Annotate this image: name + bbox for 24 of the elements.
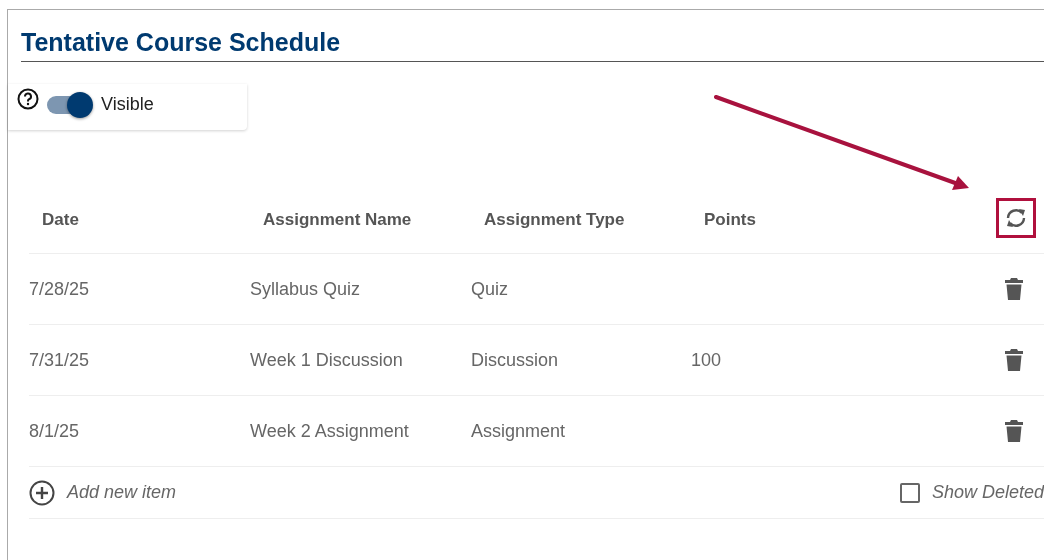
table-cell: 8/1/25 (29, 420, 80, 441)
table-cell: Assignment (471, 420, 566, 441)
table-cell: Week 2 Assignment (250, 420, 409, 441)
show-deleted-checkbox[interactable] (899, 482, 920, 503)
trash-icon[interactable] (1005, 278, 1023, 300)
table-cell: Week 1 Discussion (250, 349, 403, 370)
table-cell: 100 (691, 349, 722, 370)
table-cell: Discussion (471, 349, 559, 370)
table-cell: 7/31/25 (29, 349, 90, 370)
visibility-toggle[interactable]: Visible (47, 94, 154, 115)
show-deleted-label: Show Deleted (931, 482, 1044, 503)
table-cell: Quiz (471, 278, 508, 299)
column-header: Date (41, 208, 80, 230)
column-header: Points (703, 208, 757, 230)
trash-icon[interactable] (1005, 349, 1023, 371)
plus-circle-icon (29, 479, 55, 506)
column-header: Assignment Name (262, 208, 413, 230)
add-item-button[interactable]: Add new item (29, 479, 177, 506)
page-title: Tentative Course Schedule (21, 28, 1044, 62)
table-cell: Syllabus Quiz (250, 278, 361, 299)
trash-icon[interactable] (1005, 420, 1023, 442)
help-icon[interactable] (17, 88, 39, 110)
table-cell: 7/28/25 (29, 278, 90, 299)
column-header: Assignment Type (483, 208, 626, 230)
